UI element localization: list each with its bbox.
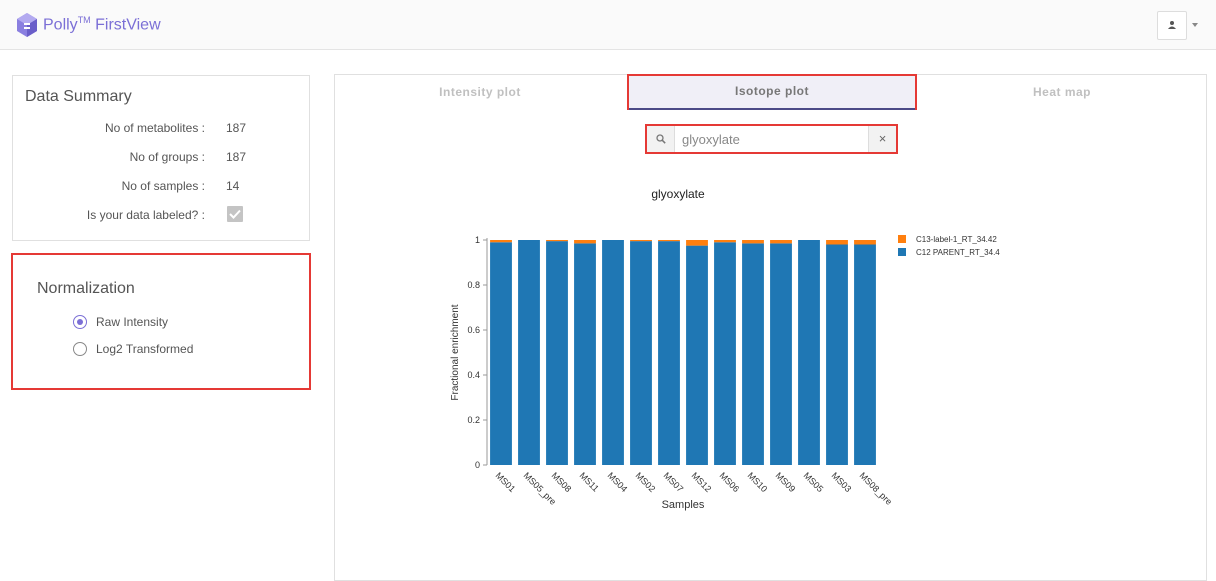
bar-c12-parent-rt-34-4-ms05-pre <box>518 240 540 465</box>
summary-label: No of samples : <box>121 179 205 193</box>
x-tick-label: MS08 <box>550 470 574 494</box>
x-tick-label: MS02 <box>634 470 658 494</box>
bar-c12-parent-rt-34-4-ms01 <box>490 242 512 465</box>
brand-title[interactable]: PollyTM FirstView <box>43 15 161 34</box>
product-name: FirstView <box>95 16 161 34</box>
radio-button[interactable] <box>73 342 87 356</box>
bar-c12-parent-rt-34-4-ms03 <box>826 244 848 465</box>
summary-value: 187 <box>226 121 247 135</box>
x-tick-label: MS10 <box>746 470 770 494</box>
x-tick-label: MS06 <box>718 470 742 494</box>
bar-c12-parent-rt-34-4-ms07 <box>658 241 680 465</box>
legend-label: C12 PARENT_RT_34.4 <box>916 248 1000 257</box>
bar-c12-parent-rt-34-4-ms04 <box>602 240 624 465</box>
summary-value: 187 <box>226 150 247 164</box>
summary-value: 14 <box>226 179 240 193</box>
x-tick-label: MS12 <box>690 470 714 494</box>
chart-title: glyoxylate <box>651 187 705 201</box>
bar-c13-label-1-rt-34-42-ms08 <box>546 240 568 242</box>
bar-c13-label-1-rt-34-42-ms01 <box>490 240 512 243</box>
summary-row-groups: No of groups : 187 <box>13 150 311 166</box>
bar-c13-label-1-rt-34-42-ms10 <box>742 240 764 244</box>
normalization-title: Normalization <box>37 280 135 297</box>
bar-c12-parent-rt-34-4-ms08-pre <box>854 244 876 465</box>
bar-c12-parent-rt-34-4-ms10 <box>742 243 764 465</box>
x-tick-label: MS09 <box>774 470 798 494</box>
x-tick-label: MS11 <box>578 470 601 493</box>
summary-row-labeled: Is your data labeled? : <box>13 206 311 224</box>
bar-c12-parent-rt-34-4-ms02 <box>630 241 652 465</box>
bar-c13-label-1-rt-34-42-ms09 <box>770 240 792 244</box>
x-tick-label: MS04 <box>606 470 630 494</box>
brand-name: Polly <box>43 16 78 34</box>
y-tick-label: 0 <box>475 460 480 470</box>
checkmark-icon <box>229 209 241 219</box>
isotope-chart: glyoxylate 0 0.2 0.4 0.6 0.8 1 Fractional enri… <box>450 187 1000 511</box>
x-tick-label: MS05 <box>802 470 826 494</box>
y-tick-label: 1 <box>475 235 480 245</box>
y-tick-label: 0.4 <box>467 370 480 380</box>
bar-c12-parent-rt-34-4-ms09 <box>770 243 792 465</box>
radio-button[interactable] <box>73 315 87 329</box>
bar-c13-label-1-rt-34-42-ms12 <box>686 240 708 246</box>
y-axis-label: Fractional enrichment <box>450 304 461 400</box>
bar-c13-label-1-rt-34-42-ms02 <box>630 240 652 242</box>
radio-label: Raw Intensity <box>96 315 169 329</box>
legend-swatch <box>898 248 906 256</box>
user-icon <box>1168 21 1176 29</box>
chevron-down-icon[interactable] <box>1192 23 1198 27</box>
data-summary-title: Data Summary <box>25 88 132 105</box>
y-tick-label: 0.8 <box>467 280 480 290</box>
bar-c12-parent-rt-34-4-ms06 <box>714 242 736 465</box>
brand-trademark: TM <box>77 15 91 25</box>
summary-row-metabolites: No of metabolites : 187 <box>13 121 311 137</box>
bar-c12-parent-rt-34-4-ms05 <box>798 240 820 465</box>
bar-c13-label-1-rt-34-42-ms08-pre <box>854 240 876 245</box>
legend-swatch <box>898 235 906 243</box>
summary-label: No of metabolites : <box>104 121 205 135</box>
bar-c12-parent-rt-34-4-ms11 <box>574 243 596 465</box>
bar-c12-parent-rt-34-4-ms12 <box>686 245 708 465</box>
bar-c12-parent-rt-34-4-ms08 <box>546 241 568 465</box>
main-content: Intensity plot Isotope plot Heat map × g… <box>334 74 1207 581</box>
x-tick-label: MS01 <box>494 470 518 494</box>
polly-logo-icon <box>17 13 37 37</box>
x-tick-label: MS08_pre <box>858 470 894 506</box>
x-axis-label: Samples <box>662 499 705 511</box>
x-tick-label: MS07 <box>662 470 686 494</box>
summary-row-samples: No of samples : 14 <box>13 179 311 195</box>
summary-label: Is your data labeled? : <box>86 208 205 222</box>
labeled-checkbox[interactable] <box>227 206 243 222</box>
bar-c13-label-1-rt-34-42-ms11 <box>574 240 596 244</box>
y-tick-label: 0.2 <box>467 415 480 425</box>
x-tick-label: MS03 <box>830 470 854 494</box>
summary-label: No of groups : <box>129 150 205 164</box>
bar-c13-label-1-rt-34-42-ms07 <box>658 240 680 242</box>
normalization-panel: Normalization Raw Intensity Log2 Transfo… <box>11 253 311 390</box>
bar-c13-label-1-rt-34-42-ms06 <box>714 240 736 243</box>
bar-c13-label-1-rt-34-42-ms03 <box>826 240 848 245</box>
radio-label: Log2 Transformed <box>96 342 194 356</box>
data-summary-panel: Data Summary No of metabolites : 187 No … <box>12 75 310 241</box>
user-menu-button[interactable] <box>1157 11 1187 40</box>
y-tick-label: 0.6 <box>467 325 480 335</box>
legend-label: C13-label-1_RT_34.42 <box>916 235 997 244</box>
top-bar: PollyTM FirstView <box>0 0 1216 50</box>
